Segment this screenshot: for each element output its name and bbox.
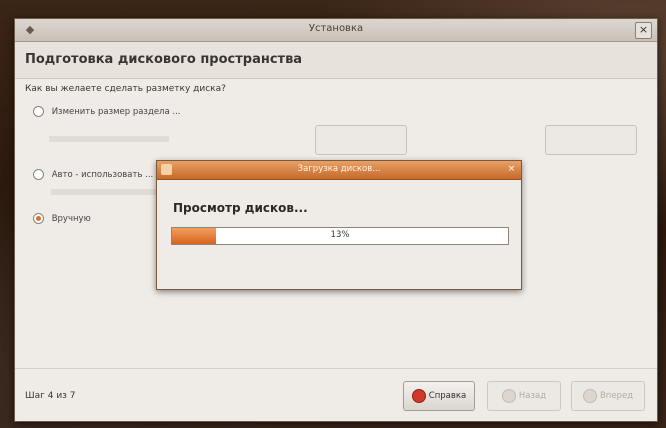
forward-arrow-icon bbox=[582, 388, 597, 403]
back-button[interactable]: Назад bbox=[487, 381, 561, 411]
option-auto[interactable]: Авто - использовать ... bbox=[33, 169, 153, 180]
progress-dialog: Загрузка дисков... × Просмотр дисков... … bbox=[156, 160, 522, 290]
option-resize[interactable]: Изменить размер раздела ... bbox=[33, 106, 643, 117]
auto-desc bbox=[51, 189, 161, 195]
dialog-close-icon[interactable]: × bbox=[506, 164, 517, 175]
window-title: Установка bbox=[308, 23, 364, 34]
dialog-titlebar[interactable]: Загрузка дисков... × bbox=[157, 161, 521, 180]
back-arrow-icon bbox=[501, 388, 516, 403]
help-icon bbox=[411, 388, 426, 403]
option-resize-label: Изменить размер раздела ... bbox=[51, 107, 181, 117]
progress-label: 13% bbox=[330, 230, 350, 240]
close-icon[interactable]: × bbox=[635, 22, 652, 39]
option-manual-label: Вручную bbox=[51, 214, 91, 224]
page-title: Подготовка дискового пространства bbox=[25, 52, 303, 67]
option-auto-label: Авто - использовать ... bbox=[51, 170, 154, 180]
resize-desc bbox=[49, 136, 169, 142]
dialog-title: Загрузка дисков... bbox=[297, 164, 381, 174]
page-header: Подготовка дискового пространства bbox=[15, 42, 657, 79]
option-manual[interactable]: Вручную bbox=[33, 213, 91, 224]
progress-bar: 13% bbox=[171, 227, 509, 245]
forward-label: Вперед bbox=[599, 391, 634, 401]
help-button[interactable]: Справка bbox=[403, 381, 475, 411]
resize-slider-left bbox=[315, 125, 407, 155]
back-label: Назад bbox=[518, 391, 547, 401]
radio-manual[interactable] bbox=[33, 213, 44, 224]
wizard-footer: Шаг 4 из 7 Справка Назад Вперед bbox=[15, 368, 657, 421]
help-label: Справка bbox=[428, 391, 467, 401]
radio-auto[interactable] bbox=[33, 169, 44, 180]
radio-resize[interactable] bbox=[33, 106, 44, 117]
dialog-message: Просмотр дисков... bbox=[173, 201, 308, 215]
forward-button[interactable]: Вперед bbox=[571, 381, 645, 411]
resize-slider-right bbox=[545, 125, 637, 155]
step-indicator: Шаг 4 из 7 bbox=[25, 391, 76, 401]
partition-question: Как вы желаете сделать разметку диска? bbox=[25, 84, 226, 94]
window-titlebar[interactable]: ◆ Установка × bbox=[15, 19, 657, 42]
